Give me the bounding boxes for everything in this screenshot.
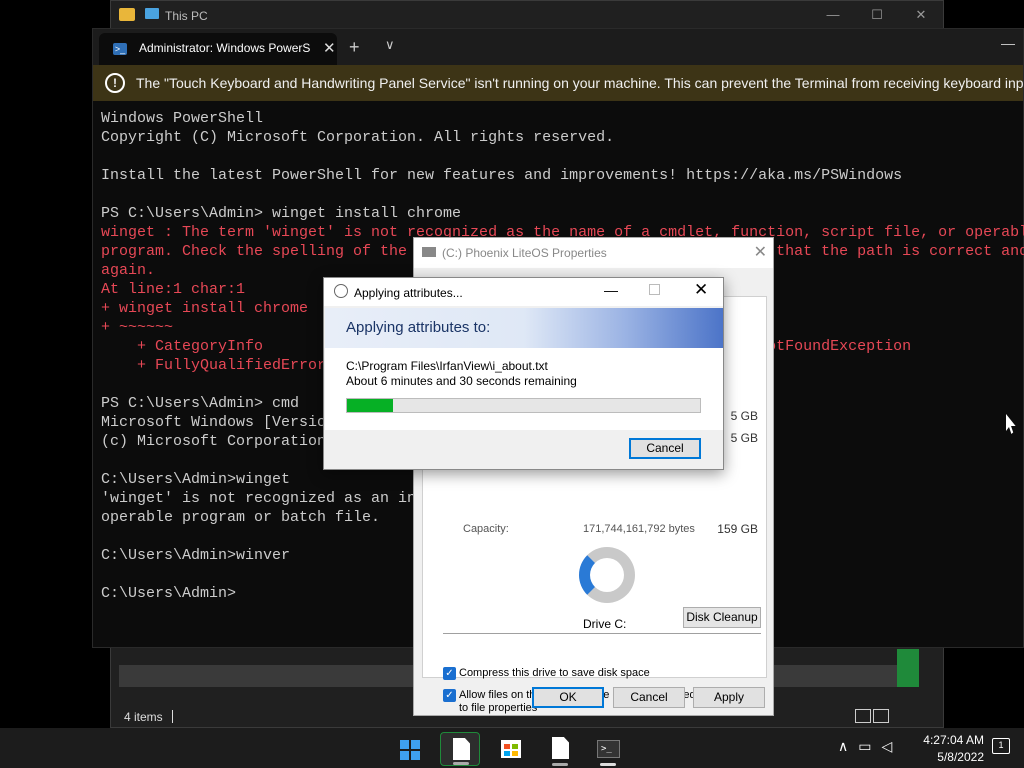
new-tab-button[interactable]: + — [349, 37, 360, 58]
capacity-label: Capacity: — [463, 523, 509, 535]
taskbar-app-store[interactable] — [490, 732, 530, 766]
item-count: 4 items — [124, 710, 163, 724]
close-icon[interactable]: ✕ — [694, 280, 708, 300]
volume-muted-icon[interactable]: ◁ — [881, 738, 892, 754]
taskbar-app-notepad[interactable] — [440, 732, 480, 766]
taskbar: >_ ∧ ▭ ◁ 4:27:04 AM 5/8/2022 1 — [0, 728, 1024, 768]
apply-title: Applying attributes... — [354, 286, 463, 300]
tiles-view-icon[interactable] — [873, 709, 889, 723]
selection-highlight — [897, 649, 919, 687]
drive-icon — [422, 247, 436, 257]
properties-title: (C:) Phoenix LiteOS Properties — [442, 246, 607, 260]
index-checkbox[interactable]: ✓ — [443, 689, 456, 702]
tab-title: Administrator: Windows PowerShell — [139, 41, 311, 55]
time-remaining: About 6 minutes and 30 seconds remaining — [346, 374, 577, 388]
tab-dropdown-chevron-icon[interactable]: ∨ — [385, 37, 395, 53]
capacity-size: 159 GB — [717, 522, 758, 536]
drive-usage-donut — [579, 547, 635, 603]
used-space-size: 5 GB — [730, 409, 758, 423]
properties-titlebar[interactable]: (C:) Phoenix LiteOS Properties ✕ — [414, 238, 773, 268]
apply-titlebar[interactable]: Applying attributes... — ✕ — [324, 278, 723, 306]
applying-attributes-dialog: Applying attributes... — ✕ Applying attr… — [323, 277, 724, 470]
disk-cleanup-button[interactable]: Disk Cleanup — [683, 607, 761, 628]
progress-fill — [347, 399, 393, 412]
terminal-tabbar: >_ Administrator: Windows PowerShell ✕ +… — [93, 29, 1023, 65]
apply-body: C:\Program Files\IrfanView\i_about.txt A… — [325, 348, 723, 430]
compress-checkbox[interactable]: ✓ — [443, 667, 456, 680]
clock-icon — [334, 284, 348, 298]
maximize-icon — [649, 284, 660, 295]
explorer-title: This PC — [165, 9, 208, 23]
details-view-icon[interactable] — [855, 709, 871, 723]
document-icon — [453, 738, 470, 760]
console-line: Windows PowerShell — [101, 110, 264, 127]
tab-powershell[interactable]: >_ Administrator: Windows PowerShell ✕ — [99, 33, 337, 65]
warning-message: The "Touch Keyboard and Handwriting Pane… — [136, 75, 1024, 91]
ok-button[interactable]: OK — [532, 687, 604, 708]
close-icon[interactable]: ✕ — [913, 7, 929, 23]
tab-close-icon[interactable]: ✕ — [323, 39, 336, 57]
notification-icon[interactable]: 1 — [992, 738, 1010, 754]
clock-date: 5/8/2022 — [937, 750, 984, 764]
apply-banner: Applying attributes to: — [325, 308, 723, 348]
close-icon[interactable]: ✕ — [754, 242, 767, 262]
console-line: Install the latest PowerShell for new fe… — [101, 167, 903, 184]
divider — [443, 633, 761, 634]
maximize-icon[interactable]: ☐ — [869, 7, 885, 23]
apply-button[interactable]: Apply — [693, 687, 765, 708]
clock-time: 4:27:04 AM — [923, 733, 984, 747]
minimize-icon[interactable]: — — [604, 282, 618, 298]
document-icon — [552, 737, 569, 759]
minimize-icon[interactable]: — — [1001, 35, 1015, 51]
windows-logo-icon — [400, 740, 420, 760]
free-space-size: 5 GB — [730, 431, 758, 445]
cancel-button[interactable]: Cancel — [613, 687, 685, 708]
view-switcher[interactable] — [853, 709, 889, 726]
apply-heading: Applying attributes to: — [346, 319, 491, 336]
drive-label: Drive C: — [583, 617, 627, 631]
taskbar-app-document[interactable] — [540, 732, 580, 766]
this-pc-icon — [145, 8, 159, 19]
status-divider — [172, 710, 173, 723]
system-tray[interactable]: ∧ ▭ ◁ — [838, 738, 902, 755]
progress-bar — [346, 398, 701, 413]
capacity-bytes: 171,744,161,792 bytes — [583, 523, 695, 535]
cancel-button[interactable]: Cancel — [629, 438, 701, 459]
powershell-icon: >_ — [113, 43, 127, 55]
terminal-icon: >_ — [597, 740, 620, 758]
start-button[interactable] — [390, 732, 430, 766]
minimize-icon[interactable]: — — [825, 7, 841, 23]
warning-icon: ! — [105, 73, 125, 93]
compress-label: Compress this drive to save disk space — [459, 667, 650, 679]
store-icon — [501, 740, 521, 758]
folder-icon — [119, 8, 135, 21]
console-line: PS C:\Users\Admin> winget install chrome — [101, 205, 462, 222]
chevron-up-icon[interactable]: ∧ — [838, 738, 848, 754]
network-icon[interactable]: ▭ — [858, 738, 871, 754]
explorer-titlebar[interactable]: This PC — ☐ ✕ — [111, 1, 943, 31]
taskbar-app-terminal[interactable]: >_ — [588, 732, 628, 766]
taskbar-clock[interactable]: 4:27:04 AM 5/8/2022 — [906, 732, 984, 766]
current-file-path: C:\Program Files\IrfanView\i_about.txt — [346, 359, 548, 373]
console-line: Copyright (C) Microsoft Corporation. All… — [101, 129, 615, 146]
warning-infobar: ! The "Touch Keyboard and Handwriting Pa… — [93, 65, 1024, 101]
